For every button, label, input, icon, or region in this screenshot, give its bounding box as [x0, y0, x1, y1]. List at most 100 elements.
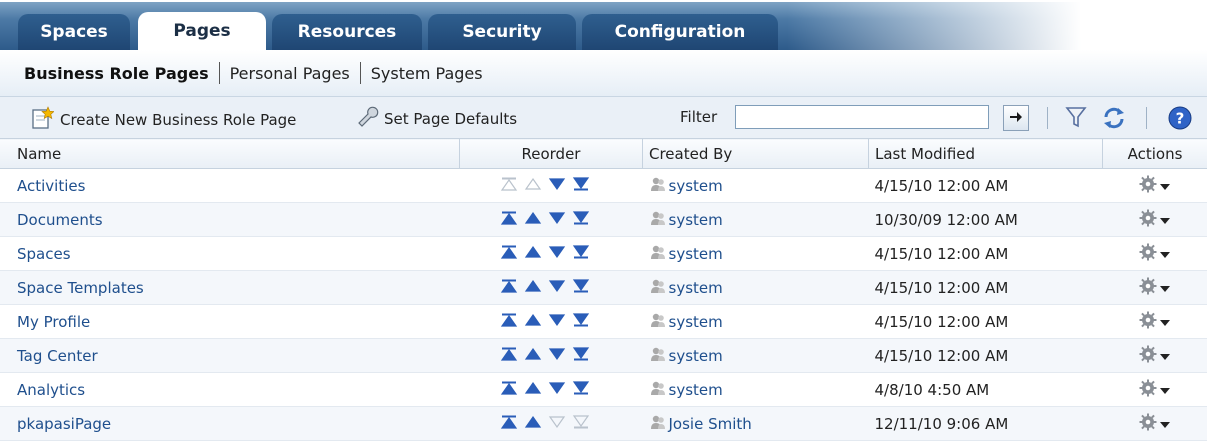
gear-icon — [1139, 413, 1157, 435]
table-row: Spacessystem4/15/10 12:00 AM — [0, 237, 1207, 271]
page-name-link[interactable]: pkapasiPage — [0, 407, 460, 441]
subnav-separator — [360, 62, 361, 84]
column-header-name[interactable]: Name — [0, 139, 460, 169]
move-to-bottom-icon[interactable] — [572, 245, 590, 259]
actions-menu-button[interactable] — [1103, 203, 1207, 237]
page-name-link[interactable]: Activities — [0, 169, 460, 203]
move-to-top-icon[interactable] — [500, 245, 518, 259]
page-name-link[interactable]: Documents — [0, 203, 460, 237]
move-down-icon[interactable] — [548, 313, 566, 327]
created-by-user-link[interactable]: system — [669, 381, 723, 399]
move-down-icon[interactable] — [548, 245, 566, 259]
move-up-icon[interactable] — [524, 381, 542, 395]
move-down-icon[interactable] — [548, 347, 566, 361]
user-icon — [649, 209, 667, 231]
created-by-user-link[interactable]: system — [669, 279, 723, 297]
tab-spaces-label: Spaces — [40, 22, 108, 42]
created-by-user-link[interactable]: system — [669, 211, 723, 229]
created-by-cell: system — [643, 339, 869, 373]
actions-menu-button[interactable] — [1103, 237, 1207, 271]
subnav-personal-pages[interactable]: Personal Pages — [230, 64, 350, 83]
move-to-top-icon[interactable] — [500, 347, 518, 361]
created-by-cell: system — [643, 203, 869, 237]
move-down-icon — [548, 415, 566, 429]
actions-menu-button[interactable] — [1103, 339, 1207, 373]
tab-pages[interactable]: Pages — [138, 12, 266, 50]
move-to-bottom-icon[interactable] — [572, 279, 590, 293]
user-icon — [649, 277, 667, 299]
tab-security[interactable]: Security — [428, 14, 576, 50]
move-to-top-icon[interactable] — [500, 415, 518, 429]
tab-resources-label: Resources — [298, 22, 397, 42]
pages-table: Name Reorder Created By Last Modified Ac… — [0, 138, 1207, 441]
gear-icon — [1139, 379, 1157, 401]
user-icon — [649, 311, 667, 333]
reorder-cell — [460, 203, 643, 237]
funnel-filter-icon[interactable] — [1065, 105, 1087, 133]
gear-icon — [1139, 277, 1157, 299]
move-up-icon[interactable] — [524, 211, 542, 225]
created-by-cell: system — [643, 305, 869, 339]
last-modified-cell: 10/30/09 12:00 AM — [869, 203, 1103, 237]
column-header-last-modified[interactable]: Last Modified — [869, 139, 1103, 169]
page-name-link[interactable]: Analytics — [0, 373, 460, 407]
subnav-business-role-pages[interactable]: Business Role Pages — [24, 64, 209, 83]
subnav-system-pages[interactable]: System Pages — [371, 64, 483, 83]
tab-configuration[interactable]: Configuration — [582, 14, 778, 50]
actions-menu-button[interactable] — [1103, 407, 1207, 441]
tab-security-label: Security — [462, 22, 541, 42]
move-down-icon[interactable] — [548, 279, 566, 293]
move-to-top-icon[interactable] — [500, 211, 518, 225]
created-by-user-link[interactable]: system — [669, 177, 723, 195]
move-to-top-icon — [500, 177, 518, 191]
create-page-button[interactable]: Create New Business Role Page — [30, 106, 296, 134]
page-name-link[interactable]: Spaces — [0, 237, 460, 271]
actions-menu-button[interactable] — [1103, 169, 1207, 203]
column-header-actions: Actions — [1103, 139, 1207, 169]
refresh-icon[interactable] — [1101, 105, 1127, 135]
move-to-top-icon[interactable] — [500, 313, 518, 327]
move-down-icon[interactable] — [548, 177, 566, 191]
chevron-down-icon — [1160, 381, 1170, 399]
tab-spaces[interactable]: Spaces — [18, 14, 130, 50]
last-modified-cell: 4/15/10 12:00 AM — [869, 271, 1103, 305]
move-up-icon[interactable] — [524, 415, 542, 429]
move-to-top-icon[interactable] — [500, 381, 518, 395]
move-to-bottom-icon[interactable] — [572, 313, 590, 327]
created-by-user-link[interactable]: system — [669, 347, 723, 365]
column-header-created-by[interactable]: Created By — [643, 139, 869, 169]
page-name-link[interactable]: My Profile — [0, 305, 460, 339]
actions-menu-button[interactable] — [1103, 271, 1207, 305]
move-to-bottom-icon[interactable] — [572, 177, 590, 191]
tab-resources[interactable]: Resources — [272, 14, 422, 50]
created-by-user-link[interactable]: system — [669, 245, 723, 263]
chevron-down-icon — [1160, 245, 1170, 263]
move-up-icon[interactable] — [524, 279, 542, 293]
table-row: Space Templates system 4/15/10 12:00 AM — [0, 271, 1207, 305]
move-to-bottom-icon[interactable] — [572, 347, 590, 361]
filter-go-button[interactable] — [1003, 105, 1029, 131]
set-page-defaults-button[interactable]: Set Page Defaults — [356, 106, 517, 132]
actions-menu-button[interactable] — [1103, 305, 1207, 339]
move-up-icon[interactable] — [524, 347, 542, 361]
arrow-right-icon — [1009, 109, 1023, 127]
page-name-link[interactable]: Space Templates — [0, 271, 460, 305]
help-icon[interactable]: ? — [1167, 105, 1193, 135]
toolbar-separator — [1047, 107, 1048, 129]
table-row: pkapasiPageJosie Smith12/11/10 9:06 AM — [0, 407, 1207, 441]
page-name-link[interactable]: Tag Center — [0, 339, 460, 373]
move-to-top-icon[interactable] — [500, 279, 518, 293]
filter-input[interactable] — [735, 105, 989, 129]
move-up-icon[interactable] — [524, 245, 542, 259]
actions-menu-button[interactable] — [1103, 373, 1207, 407]
move-to-bottom-icon[interactable] — [572, 211, 590, 225]
move-to-bottom-icon[interactable] — [572, 381, 590, 395]
chevron-down-icon — [1160, 313, 1170, 331]
move-up-icon — [524, 177, 542, 191]
table-body: Activities system 4/15/10 12:00 AM Document… — [0, 169, 1207, 441]
move-down-icon[interactable] — [548, 381, 566, 395]
created-by-user-link[interactable]: system — [669, 313, 723, 331]
move-up-icon[interactable] — [524, 313, 542, 327]
reorder-cell — [460, 237, 643, 271]
move-down-icon[interactable] — [548, 211, 566, 225]
